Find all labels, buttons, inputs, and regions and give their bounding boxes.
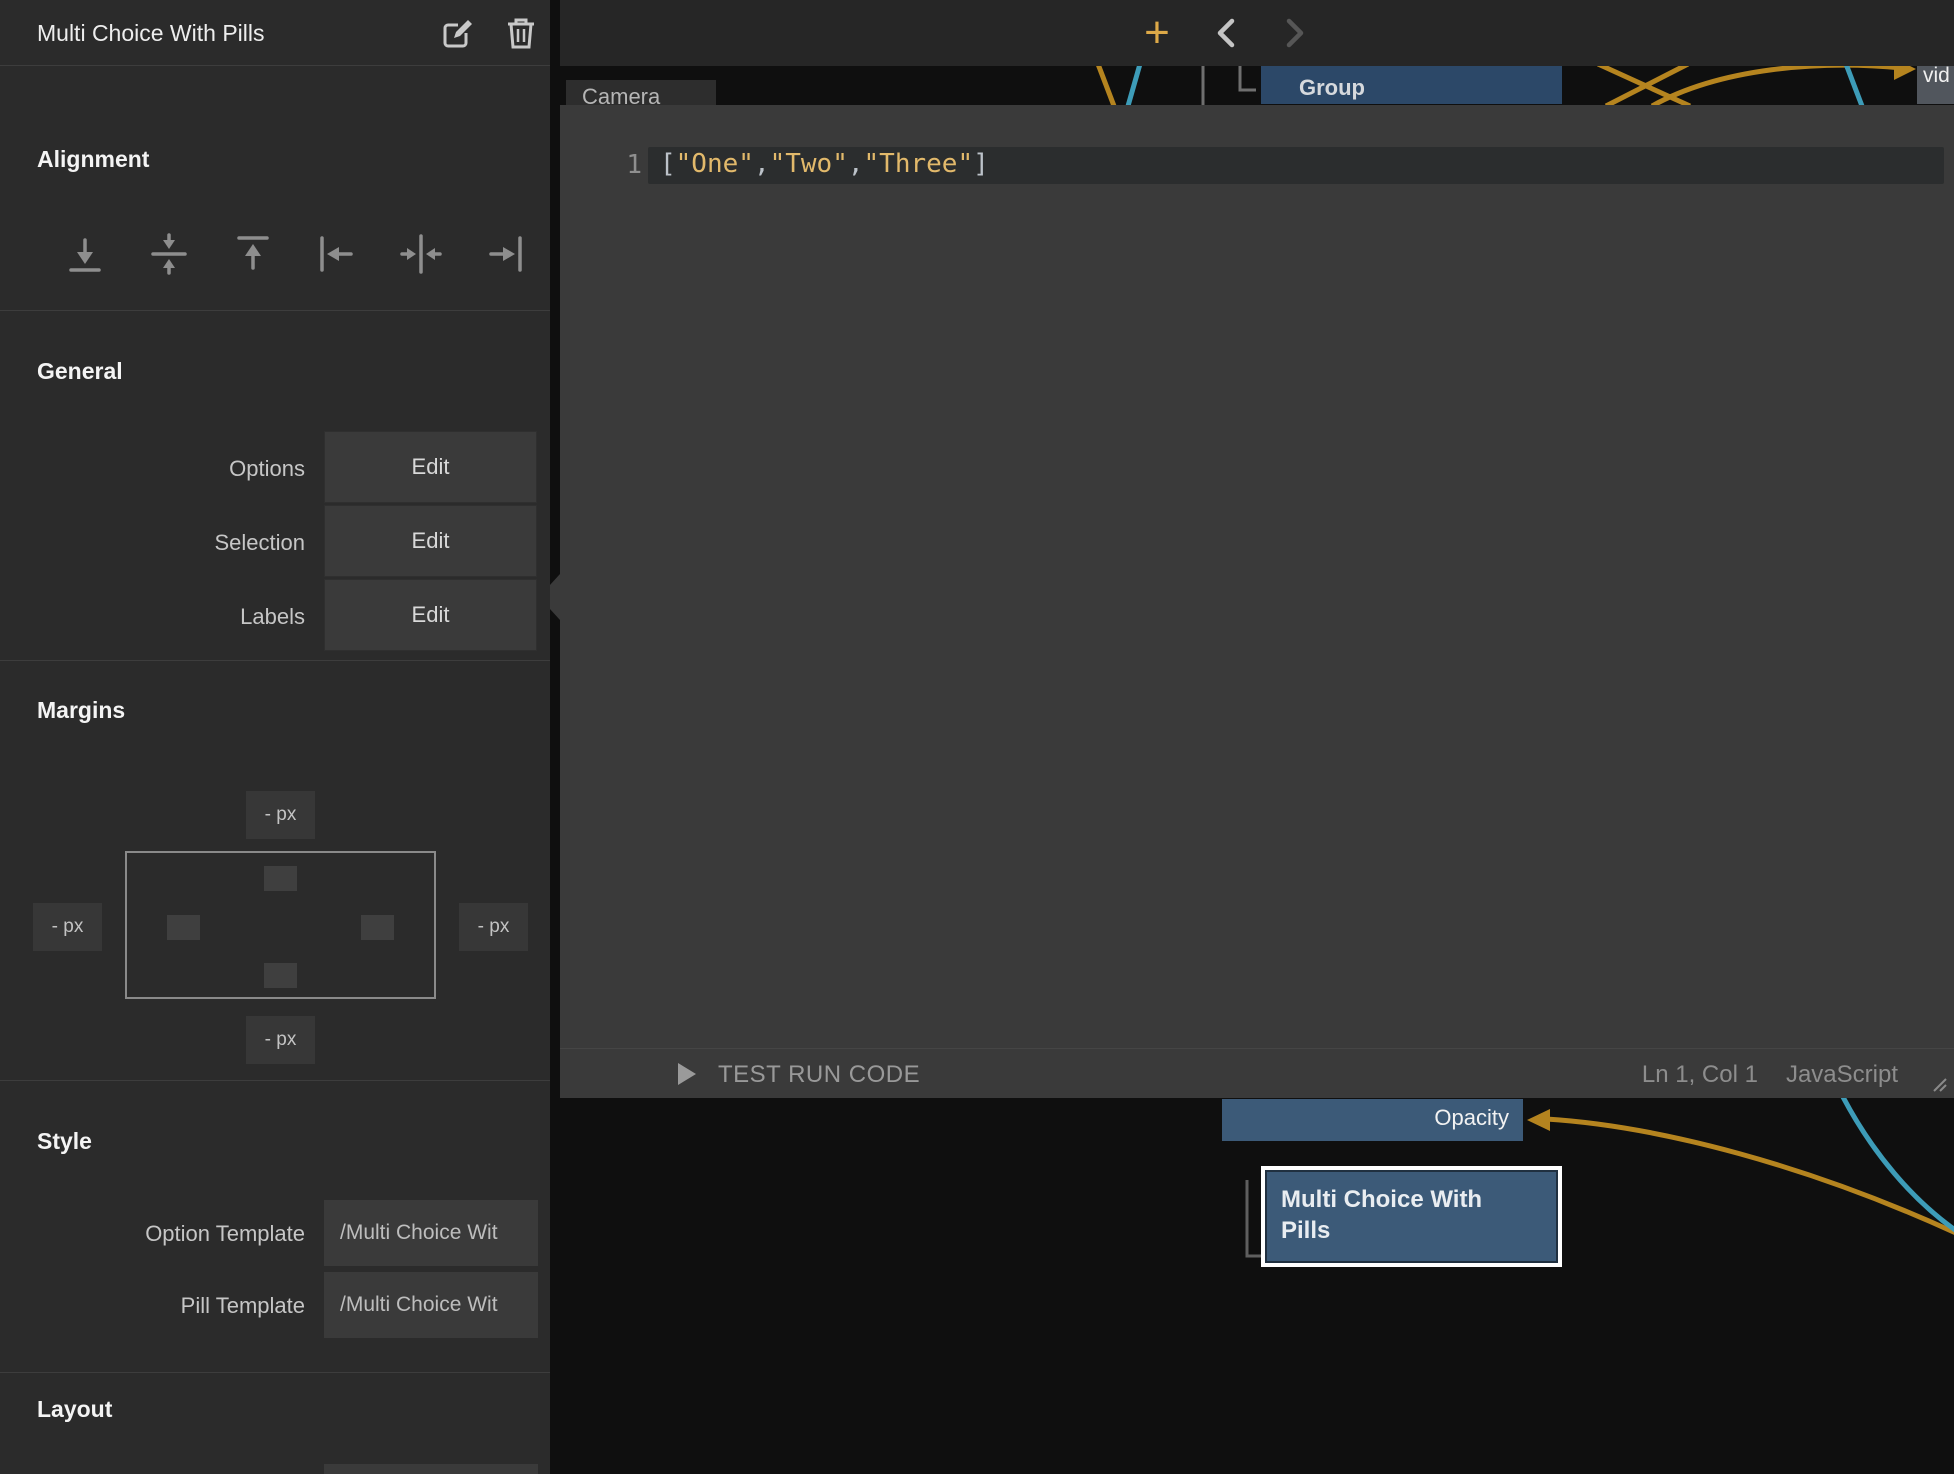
code-token: ] bbox=[973, 149, 989, 179]
section-divider bbox=[0, 1372, 550, 1373]
code-token: "Two" bbox=[770, 149, 848, 179]
layout-field-partial[interactable] bbox=[324, 1464, 538, 1474]
pill-template-label: Pill Template bbox=[40, 1293, 305, 1319]
margin-bottom-port[interactable] bbox=[264, 963, 297, 988]
align-bottom-icon[interactable] bbox=[62, 231, 108, 277]
margins-diagram bbox=[125, 851, 436, 999]
code-token: , bbox=[848, 149, 864, 179]
cursor-position: Ln 1, Col 1 bbox=[1642, 1061, 1758, 1089]
section-divider bbox=[0, 1080, 550, 1081]
general-heading: General bbox=[37, 358, 123, 385]
panel-header: Multi Choice With Pills bbox=[0, 0, 550, 66]
node-group[interactable]: Group bbox=[1261, 66, 1562, 104]
test-run-code-button[interactable]: TEST RUN CODE bbox=[718, 1061, 920, 1089]
section-divider bbox=[0, 310, 550, 311]
option-template-label: Option Template bbox=[40, 1221, 305, 1247]
resize-grip[interactable] bbox=[1928, 1073, 1948, 1093]
labels-label: Labels bbox=[40, 604, 305, 630]
section-divider bbox=[0, 660, 550, 661]
node-opacity[interactable]: Opacity bbox=[1222, 1099, 1523, 1141]
margin-top-port[interactable] bbox=[264, 866, 297, 891]
code-line[interactable]: ["One","Two","Three"] bbox=[660, 149, 989, 179]
language-label[interactable]: JavaScript bbox=[1786, 1061, 1898, 1089]
labels-edit-button[interactable]: Edit bbox=[324, 579, 537, 651]
alignment-heading: Alignment bbox=[37, 146, 149, 173]
node-multi-choice-with-pills[interactable]: Multi Choice With Pills bbox=[1261, 1166, 1562, 1267]
margin-bottom-input[interactable]: - px bbox=[246, 1016, 315, 1064]
trash-icon[interactable] bbox=[501, 13, 541, 53]
options-edit-button[interactable]: Edit bbox=[324, 431, 537, 503]
add-node-button[interactable]: + bbox=[1134, 10, 1180, 56]
line-number: 1 bbox=[610, 150, 642, 180]
code-token: "Three" bbox=[864, 149, 974, 179]
alignment-toolbar bbox=[62, 226, 528, 282]
code-token: "One" bbox=[676, 149, 754, 179]
margin-top-input[interactable]: - px bbox=[246, 791, 315, 839]
selection-label: Selection bbox=[40, 530, 305, 556]
code-editor-popover: 1 ["One","Two","Three"] TEST RUN CODE Ln… bbox=[560, 105, 1954, 1098]
forward-chevron-icon[interactable] bbox=[1272, 10, 1318, 56]
align-top-icon[interactable] bbox=[230, 231, 276, 277]
graph-toolbar: + bbox=[560, 0, 1954, 66]
margin-right-port[interactable] bbox=[361, 915, 394, 940]
edit-icon[interactable] bbox=[438, 13, 478, 53]
properties-panel: Multi Choice With Pills Alignment bbox=[0, 0, 550, 1474]
panel-title: Multi Choice With Pills bbox=[37, 0, 265, 66]
layout-heading: Layout bbox=[37, 1396, 112, 1423]
align-right-icon[interactable] bbox=[482, 231, 528, 277]
code-editor-status-bar: TEST RUN CODE Ln 1, Col 1 JavaScript bbox=[560, 1048, 1954, 1098]
code-token: [ bbox=[660, 149, 676, 179]
margin-left-port[interactable] bbox=[167, 915, 200, 940]
selection-edit-button[interactable]: Edit bbox=[324, 505, 537, 577]
margins-heading: Margins bbox=[37, 697, 125, 724]
options-label: Options bbox=[40, 456, 305, 482]
run-play-icon[interactable] bbox=[678, 1063, 696, 1085]
back-chevron-icon[interactable] bbox=[1203, 10, 1249, 56]
margin-left-input[interactable]: - px bbox=[33, 903, 102, 951]
node-label: Multi Choice With Pills bbox=[1281, 1184, 1491, 1246]
align-horizontal-center-icon[interactable] bbox=[398, 231, 444, 277]
align-vertical-center-icon[interactable] bbox=[146, 231, 192, 277]
code-token: , bbox=[754, 149, 770, 179]
option-template-field[interactable]: /Multi Choice Wit bbox=[324, 1200, 538, 1266]
align-left-icon[interactable] bbox=[314, 231, 360, 277]
style-heading: Style bbox=[37, 1128, 92, 1155]
pill-template-field[interactable]: /Multi Choice Wit bbox=[324, 1272, 538, 1338]
margin-right-input[interactable]: - px bbox=[459, 903, 528, 951]
